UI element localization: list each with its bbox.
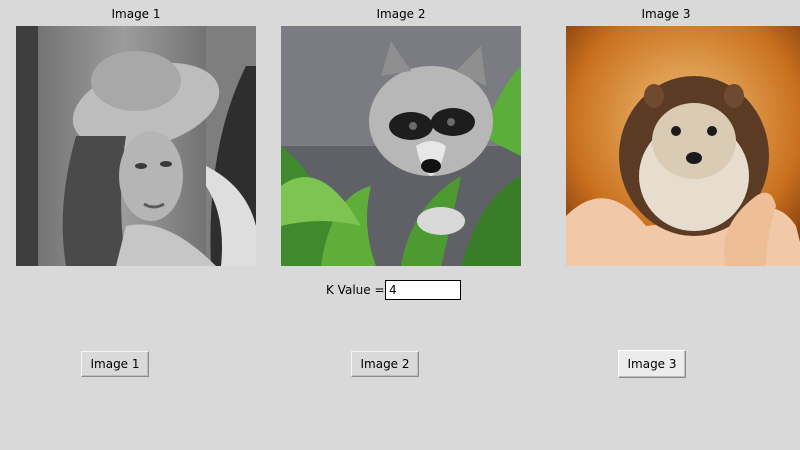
- image-3-picture: [566, 26, 800, 266]
- app-window: Image 1 Image 2 Image 3 K Value = 4 Imag…: [0, 0, 800, 450]
- image-2-button[interactable]: Image 2: [351, 351, 419, 377]
- image-3-button[interactable]: Image 3: [618, 350, 686, 378]
- image-1-picture: [16, 26, 256, 266]
- image-1-title: Image 1: [111, 7, 161, 21]
- image-2-title: Image 2: [376, 7, 426, 21]
- k-value-input[interactable]: [385, 280, 461, 300]
- image-3-title: Image 3: [641, 7, 691, 21]
- image-2-picture: [281, 26, 521, 266]
- k-value-label: K Value =: [326, 283, 385, 297]
- image-1-button[interactable]: Image 1: [81, 351, 149, 377]
